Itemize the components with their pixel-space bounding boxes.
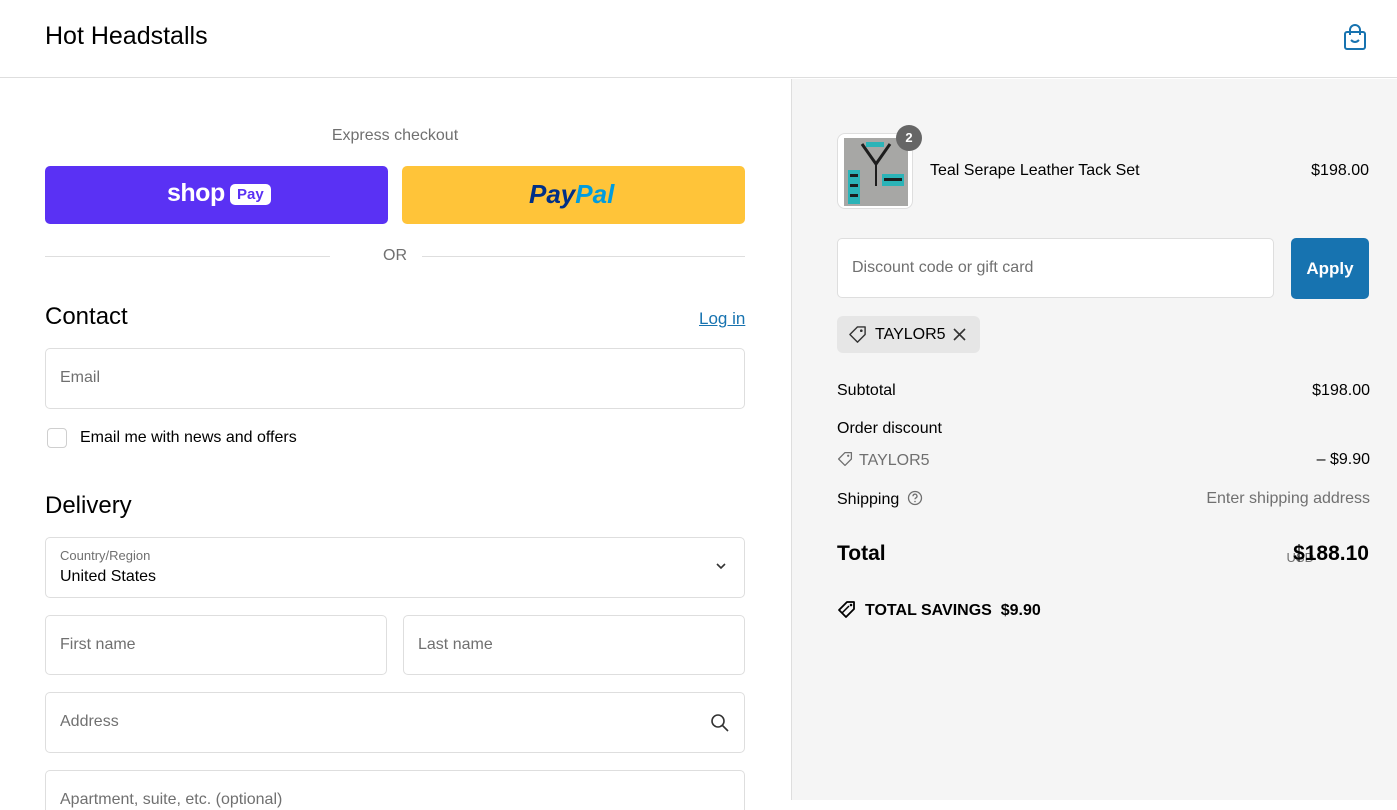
- applied-discount-chip: TAYLOR5: [837, 316, 980, 353]
- contact-heading: Contact: [45, 303, 128, 330]
- product-name: Teal Serape Leather Tack Set: [930, 162, 1140, 179]
- country-select[interactable]: Country/Region United States: [45, 537, 745, 598]
- shopping-bag-icon[interactable]: [1340, 22, 1370, 52]
- order-discount-label: Order discount: [837, 420, 942, 437]
- or-divider-text: OR: [383, 247, 407, 264]
- tag-icon: [849, 326, 866, 343]
- tag-icon: [837, 451, 853, 467]
- shop-pay-wordmark: shop: [167, 179, 225, 207]
- login-link[interactable]: Log in: [699, 309, 745, 329]
- subtotal-label: Subtotal: [837, 382, 896, 399]
- apartment-field[interactable]: Apartment, suite, etc. (optional): [45, 770, 745, 810]
- store-name[interactable]: Hot Headstalls: [45, 22, 208, 51]
- checkout-form: Express checkout shop Pay PayPal OR Cont…: [0, 79, 791, 810]
- subtotal-row: Subtotal $198.00: [837, 382, 1370, 400]
- discount-code-input[interactable]: [837, 238, 1274, 298]
- first-name-field[interactable]: First name: [45, 615, 387, 675]
- or-divider-left: [45, 256, 330, 257]
- applied-discount-code: TAYLOR5: [875, 326, 946, 343]
- shipping-label: Shipping: [837, 491, 900, 508]
- last-name-placeholder: Last name: [418, 636, 493, 653]
- remove-discount-icon[interactable]: [951, 326, 968, 343]
- quantity-badge: 2: [896, 125, 922, 151]
- discount-code-row: TAYLOR5 – $9.90: [837, 451, 1370, 470]
- first-name-placeholder: First name: [60, 636, 136, 653]
- last-name-field[interactable]: Last name: [403, 615, 745, 675]
- total-value: $188.10: [1293, 542, 1369, 565]
- subtotal-value: $198.00: [1312, 382, 1370, 399]
- product-price: $198.00: [1311, 162, 1369, 179]
- checkout-header: Hot Headstalls: [0, 0, 1397, 78]
- total-savings: TOTAL SAVINGS $9.90: [837, 599, 1041, 620]
- discount-code-text: TAYLOR5: [859, 452, 930, 469]
- apply-discount-button[interactable]: Apply: [1291, 238, 1369, 299]
- address-placeholder: Address: [60, 713, 119, 730]
- email-placeholder: Email: [60, 369, 101, 386]
- email-field[interactable]: Email: [45, 348, 745, 409]
- paypal-button[interactable]: PayPal: [402, 166, 745, 224]
- newsletter-label[interactable]: Email me with news and offers: [80, 429, 297, 447]
- country-value: United States: [60, 568, 157, 585]
- paypal-logo: PayPal: [529, 179, 615, 209]
- search-icon: [711, 714, 729, 732]
- savings-tag-icon: [838, 601, 855, 618]
- shop-pay-button[interactable]: shop Pay: [45, 166, 388, 224]
- newsletter-checkbox[interactable]: [47, 428, 67, 448]
- shipping-value: Enter shipping address: [1206, 490, 1370, 507]
- address-field[interactable]: Address: [45, 692, 745, 753]
- express-checkout-title: Express checkout: [331, 127, 459, 144]
- savings-label: TOTAL SAVINGS: [865, 602, 992, 619]
- total-label: Total: [837, 542, 886, 565]
- order-summary: 2 Teal Serape Leather Tack Set $198.00 A…: [791, 79, 1397, 800]
- shipping-row: Shipping Enter shipping address: [837, 490, 1370, 509]
- discount-value: – $9.90: [1316, 451, 1370, 468]
- or-divider-right: [422, 256, 745, 257]
- savings-value: $9.90: [1000, 602, 1041, 619]
- shop-pay-badge: Pay: [230, 184, 271, 205]
- help-icon[interactable]: [907, 490, 923, 506]
- delivery-heading: Delivery: [45, 492, 132, 519]
- chevron-down-icon: [716, 563, 726, 570]
- country-label: Country/Region: [60, 548, 151, 563]
- apartment-placeholder: Apartment, suite, etc. (optional): [60, 791, 283, 808]
- order-discount-row: Order discount: [837, 420, 1370, 438]
